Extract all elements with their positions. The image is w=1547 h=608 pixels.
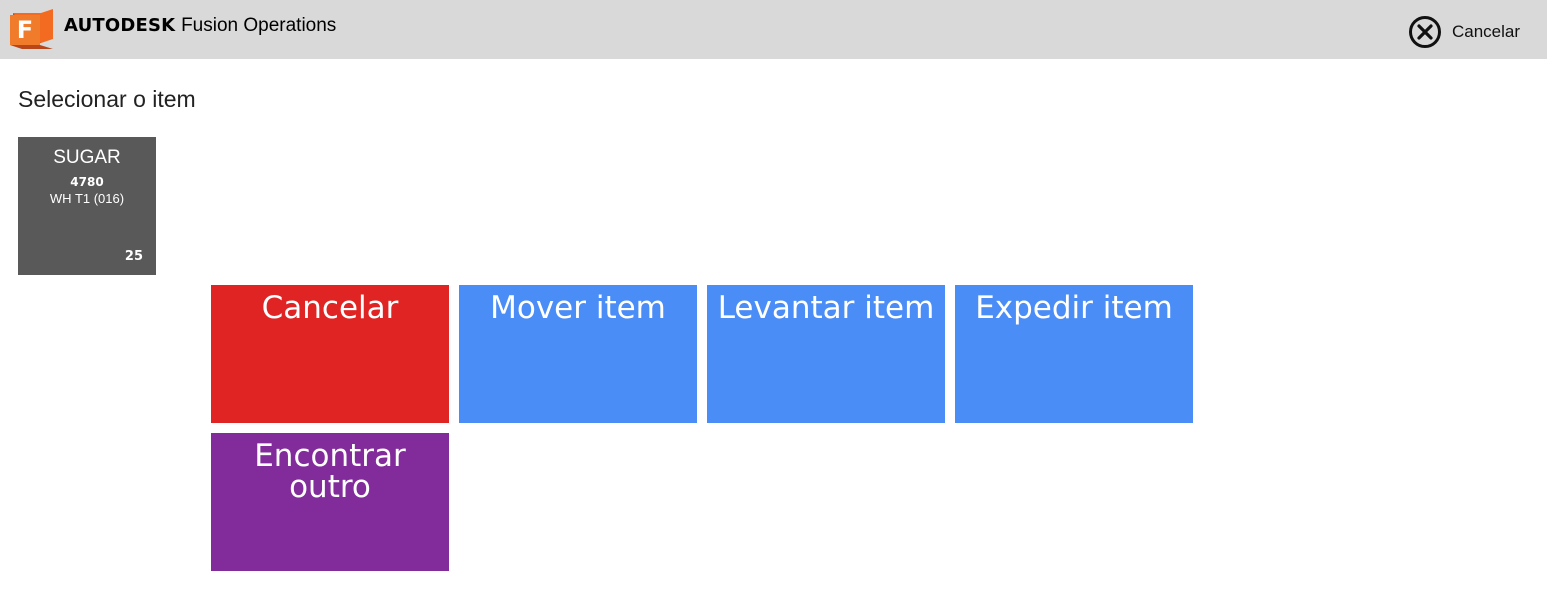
ship-item-button[interactable]: Expedir item [955, 285, 1193, 423]
header-cancel-label: Cancelar [1452, 22, 1521, 41]
find-other-button[interactable]: Encontrar outro [211, 433, 449, 571]
item-location: WH T1 (016) [49, 191, 125, 206]
brand-name: AUTODESK [64, 15, 176, 36]
header-cancel-button[interactable]: Cancelar [1408, 15, 1520, 49]
app-header: F AUTODESK Fusion Operations Cancelar [0, 0, 1547, 59]
app-brand: AUTODESK Fusion Operations [64, 15, 336, 37]
item-quantity: 25 [124, 249, 143, 264]
action-label: Mover item [490, 290, 666, 326]
action-label: Encontrar outro [254, 438, 406, 505]
page-title: Selecionar o item [18, 86, 196, 112]
close-circle-icon [1409, 16, 1441, 48]
item-name: SUGAR [53, 147, 121, 168]
item-tile[interactable]: SUGAR 4780 WH T1 (016) 25 [18, 137, 156, 275]
action-label: Expedir item [975, 290, 1173, 326]
product-name: Fusion Operations [181, 15, 337, 36]
item-code: 4780 [70, 175, 104, 189]
pick-item-button[interactable]: Levantar item [707, 285, 945, 423]
logo-letter: F [17, 16, 33, 44]
action-label: Cancelar [261, 290, 399, 326]
fusion-logo-icon: F [10, 9, 53, 49]
cancel-action-button[interactable]: Cancelar [211, 285, 449, 423]
action-label: Levantar item [717, 290, 935, 326]
move-item-button[interactable]: Mover item [459, 285, 697, 423]
